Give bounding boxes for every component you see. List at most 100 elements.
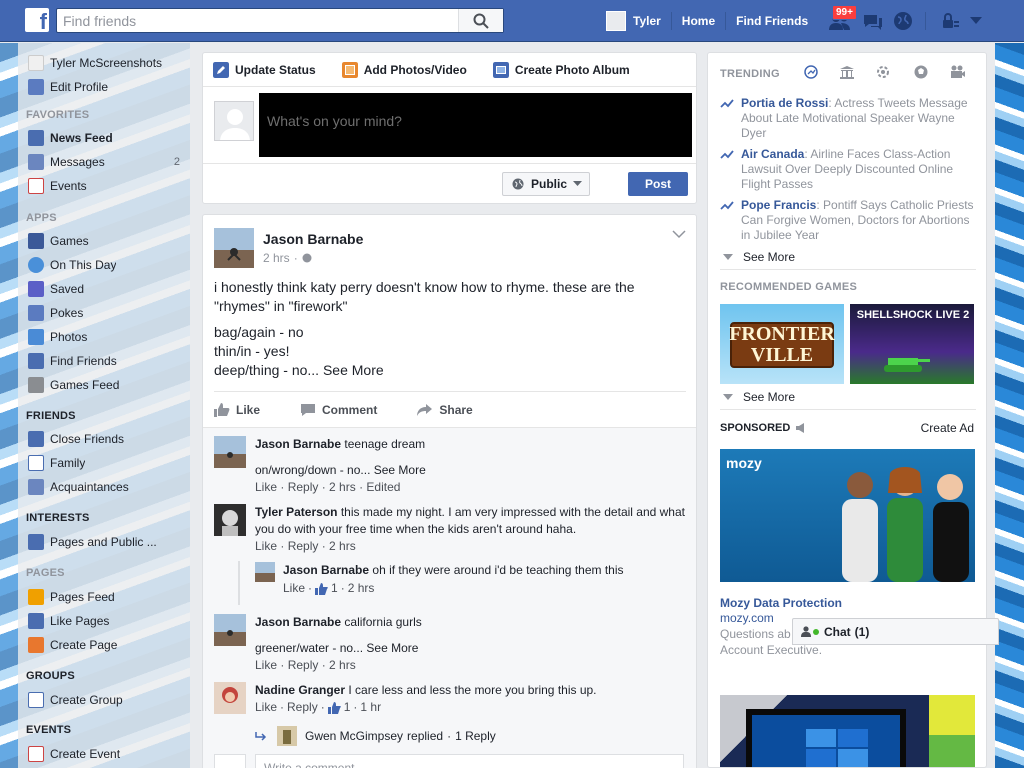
see-more-link[interactable]: See More xyxy=(374,463,426,477)
sidebar-item-find-friends[interactable]: Find Friends xyxy=(28,352,186,370)
ad-title[interactable]: Mozy Data Protection xyxy=(720,596,842,610)
comment-avatar[interactable] xyxy=(214,436,246,468)
trending-entertainment-icon[interactable] xyxy=(950,65,966,79)
comment-avatar[interactable] xyxy=(214,504,246,536)
sidebar-item-games-feed[interactable]: Games Feed xyxy=(28,376,186,394)
trending-item[interactable]: Portia de Rossi: Actress Tweets Message … xyxy=(720,96,976,141)
messages-icon[interactable] xyxy=(862,12,884,32)
nav-profile[interactable]: Tyler xyxy=(633,14,661,28)
sidebar-item-news-feed[interactable]: News Feed xyxy=(28,129,186,147)
comment-time[interactable]: 2 hrs xyxy=(348,580,375,597)
comment-time[interactable]: 2 hrs xyxy=(329,658,356,672)
comment-button[interactable]: Comment xyxy=(300,403,377,417)
sidebar-item-messages[interactable]: Messages 2 xyxy=(28,153,186,171)
comment-time[interactable]: 2 hrs xyxy=(329,480,356,494)
create-ad-link[interactable]: Create Ad xyxy=(921,421,974,435)
trending-topic[interactable]: Air Canada xyxy=(741,147,804,161)
comment-author[interactable]: Nadine Granger xyxy=(255,683,345,697)
ad-image[interactable]: mozy xyxy=(720,449,975,582)
comment-reply-link[interactable]: Reply xyxy=(288,658,319,672)
sidebar-item-games[interactable]: Games xyxy=(28,232,186,250)
comment-avatar[interactable] xyxy=(214,614,246,646)
chat-count: (1) xyxy=(854,624,870,639)
trending-top-icon[interactable] xyxy=(804,65,818,79)
sidebar-item-saved[interactable]: Saved xyxy=(28,280,186,298)
comment-time[interactable]: 2 hrs xyxy=(329,539,356,553)
ad-image-2[interactable] xyxy=(720,695,975,767)
post-timestamp[interactable]: 2 hrs · xyxy=(263,251,312,265)
trending-item[interactable]: Air Canada: Airline Faces Class-Action L… xyxy=(720,147,976,192)
game-shellshock[interactable]: SHELLSHOCK LIVE 2 xyxy=(850,304,974,384)
comment-like-count[interactable]: 1 xyxy=(344,699,351,716)
comment-like-link[interactable]: Like xyxy=(283,580,305,597)
sidebar-item-pages-feed[interactable]: Pages Feed xyxy=(28,588,186,606)
sidebar-edit-profile[interactable]: Edit Profile xyxy=(28,78,186,96)
share-button[interactable]: Share xyxy=(417,403,473,417)
tab-create-album[interactable]: Create Photo Album xyxy=(492,61,630,78)
see-more-link[interactable]: See More xyxy=(366,641,418,655)
reply-avatar[interactable] xyxy=(255,562,275,582)
comment-edited[interactable]: Edited xyxy=(366,480,400,494)
comment-author[interactable]: Jason Barnabe xyxy=(255,615,341,629)
trending-sports-icon[interactable] xyxy=(914,65,928,79)
comment-like-link[interactable]: Like xyxy=(255,699,277,716)
comment-author[interactable]: Tyler Paterson xyxy=(255,505,337,519)
sidebar-item-create-page[interactable]: Create Page xyxy=(28,636,186,654)
trending-see-more[interactable]: See More xyxy=(723,250,795,264)
sidebar-item-photos[interactable]: Photos xyxy=(28,328,186,346)
comment-like-count[interactable]: 1 xyxy=(331,580,338,597)
search-input[interactable] xyxy=(63,12,453,30)
comment-time[interactable]: 1 hr xyxy=(360,699,381,716)
trending-topic[interactable]: Pope Francis xyxy=(741,198,816,212)
nav-find-friends[interactable]: Find Friends xyxy=(736,14,808,28)
comment-author[interactable]: Jason Barnabe xyxy=(283,563,369,577)
sidebar-item-on-this-day[interactable]: On This Day xyxy=(28,256,186,274)
view-replies-link[interactable]: Gwen McGimpsey replied · 1 Reply xyxy=(255,726,496,746)
account-menu-chevron-icon[interactable] xyxy=(970,17,982,25)
trending-item[interactable]: Pope Francis: Pontiff Says Catholic Prie… xyxy=(720,198,976,243)
search-button[interactable] xyxy=(458,9,503,32)
status-input[interactable]: What's on your mind? xyxy=(259,93,692,157)
audience-selector[interactable]: Public xyxy=(502,172,590,196)
sidebar-item-create-event[interactable]: Create Event xyxy=(28,745,186,763)
notifications-globe-icon[interactable] xyxy=(893,11,913,31)
like-button[interactable]: Like xyxy=(214,402,260,417)
post-options-chevron-icon[interactable] xyxy=(672,229,686,239)
comment-like-link[interactable]: Like xyxy=(255,539,277,553)
comment-avatar[interactable] xyxy=(214,682,246,714)
tab-update-status[interactable]: Update Status xyxy=(213,61,316,78)
post-button[interactable]: Post xyxy=(628,172,688,196)
sidebar-item-events[interactable]: Events xyxy=(28,177,186,195)
privacy-shortcuts-icon[interactable] xyxy=(940,13,960,29)
author-avatar[interactable] xyxy=(214,228,254,268)
post-author[interactable]: Jason Barnabe xyxy=(263,231,363,247)
comment-input[interactable]: Write a comment... xyxy=(255,754,684,768)
user-avatar[interactable] xyxy=(606,11,626,31)
sidebar-item-acquaintances[interactable]: Acquaintances xyxy=(28,478,186,496)
comment-reply-link[interactable]: Reply xyxy=(287,699,318,716)
sidebar-item-close-friends[interactable]: Close Friends xyxy=(28,430,186,448)
nav-home[interactable]: Home xyxy=(682,14,715,28)
game-frontierville[interactable]: FRONTIER VILLE xyxy=(720,304,844,384)
trending-topic[interactable]: Portia de Rossi xyxy=(741,96,828,110)
comment-reply-link[interactable]: Reply xyxy=(288,539,319,553)
see-more-link[interactable]: See More xyxy=(323,362,384,378)
sidebar-item-pokes[interactable]: Pokes xyxy=(28,304,186,322)
sidebar-profile[interactable]: Tyler McScreenshots xyxy=(28,54,186,72)
comment-reply-link[interactable]: Reply xyxy=(288,480,319,494)
tab-add-photos[interactable]: Add Photos/Video xyxy=(341,61,467,78)
ad-domain[interactable]: mozy.com xyxy=(720,611,774,625)
comment-like-link[interactable]: Like xyxy=(255,658,277,672)
sidebar-item-pages-public[interactable]: Pages and Public ... xyxy=(28,533,186,551)
trending-politics-icon[interactable] xyxy=(839,65,855,79)
chat-tab[interactable]: Chat (1) xyxy=(792,618,999,645)
sidebar-item-create-group[interactable]: Create Group xyxy=(28,691,186,709)
tab-label: Add Photos/Video xyxy=(363,62,467,77)
sidebar-item-like-pages[interactable]: Like Pages xyxy=(28,612,186,630)
comment-author[interactable]: Jason Barnabe xyxy=(255,437,341,451)
games-see-more[interactable]: See More xyxy=(723,390,795,404)
sidebar-item-family[interactable]: Family xyxy=(28,454,186,472)
facebook-logo[interactable]: f xyxy=(25,8,49,34)
comment-like-link[interactable]: Like xyxy=(255,480,277,494)
trending-science-icon[interactable] xyxy=(876,65,890,79)
